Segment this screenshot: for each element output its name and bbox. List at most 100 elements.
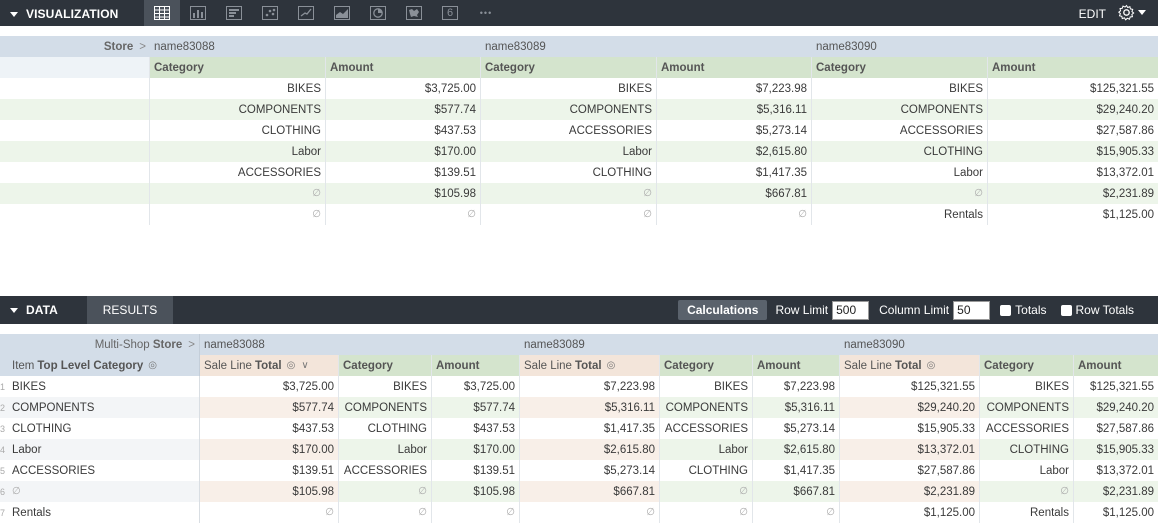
column-header[interactable]: Amount [1074,355,1158,376]
column-header[interactable]: Amount [988,57,1158,78]
column-header[interactable]: Category [980,355,1074,376]
measure-header[interactable]: Sale Line Total ◎ [520,355,660,376]
row-spacer [0,99,150,120]
row-number: 6 [0,486,6,497]
table-cell: $15,905.33 [1074,439,1158,460]
sort-chevron-down-icon[interactable]: ∨ [301,360,308,371]
table-cell: ∅ [150,204,326,225]
calculations-button[interactable]: Calculations [678,300,768,320]
chevron-right-icon: > [139,40,146,53]
table-cell: ∅ [200,502,339,523]
line-chart-icon[interactable] [288,0,324,26]
header-spacer [0,57,150,78]
column-header[interactable]: Category [481,57,657,78]
measure-header[interactable]: Sale Line Total ◎ [840,355,980,376]
row-number: 5 [0,465,6,476]
table-cell: $13,372.01 [988,162,1158,183]
table-cell: $3,725.00 [200,376,339,397]
visualization-toggle[interactable]: VISUALIZATION [10,7,118,21]
pivot-store-header: name83089 [481,36,812,57]
column-header[interactable]: Amount [326,57,481,78]
table-cell: $577.74 [432,397,520,418]
row-spacer [0,162,150,183]
table-cell: $29,240.20 [1074,397,1158,418]
table-cell: $437.53 [326,120,481,141]
table-cell: $125,321.55 [1074,376,1158,397]
hide-eye-icon[interactable]: ◎ [607,360,616,371]
map-icon[interactable] [396,0,432,26]
pivot-header[interactable]: Multi-Shop Store > [0,334,200,355]
scatter-icon[interactable] [252,0,288,26]
table-cell: $105.98 [200,481,339,502]
column-header[interactable]: Category [339,355,432,376]
column-header[interactable]: Category [150,57,326,78]
table-cell: $5,273.14 [520,460,660,481]
dimension-header[interactable]: Item Top Level Category ◎ [0,355,200,376]
table-cell: CLOTHING [660,460,753,481]
measure-label: Total [574,359,602,372]
row-totals-toggle[interactable]: Row Totals [1060,303,1134,317]
row-spacer [0,204,150,225]
bar-chart-icon[interactable] [180,0,216,26]
dimension-prefix: Item [12,359,35,372]
measure-header[interactable]: Sale Line Total ◎ ∨ [200,355,339,376]
row-totals-checkbox[interactable] [1060,304,1072,316]
totals-checkbox[interactable] [1000,304,1012,316]
table-cell: ACCESSORIES [150,162,326,183]
table-cell: ACCESSORIES [812,120,988,141]
column-limit-label: Column Limit [879,303,950,317]
hide-eye-icon[interactable]: ◎ [927,360,936,371]
table-cell: BIKES [812,78,988,99]
table-cell: $2,615.80 [753,439,840,460]
table-cell: $7,223.98 [657,78,812,99]
totals-toggle[interactable]: Totals [1000,303,1047,317]
table-cell: $27,587.86 [988,120,1158,141]
pivot-store-header: name83090 [812,36,1158,57]
dimension-value: Labor [12,443,42,456]
single-value-icon[interactable]: 6 [432,0,468,26]
column-header[interactable]: Category [660,355,753,376]
area-chart-icon[interactable] [324,0,360,26]
column-header[interactable]: Amount [753,355,840,376]
column-list-icon[interactable] [216,0,252,26]
pie-chart-icon[interactable] [360,0,396,26]
table-cell: $13,372.01 [840,439,980,460]
column-header[interactable]: Category [812,57,988,78]
chevron-right-icon: > [188,338,195,351]
more-icon[interactable]: ••• [468,0,504,26]
hide-eye-icon[interactable]: ◎ [148,360,157,371]
row-limit-input[interactable] [832,300,870,320]
table-row-dimension: 1 BIKES [0,376,200,397]
table-cell: BIKES [481,78,657,99]
table-cell: $3,725.00 [326,78,481,99]
table-cell: COMPONENTS [980,397,1074,418]
table-icon[interactable] [144,0,180,26]
table-cell: Labor [812,162,988,183]
table-cell: $577.74 [326,99,481,120]
pivot-header[interactable]: Store > [0,36,150,57]
row-number: 7 [0,507,6,518]
dimension-label: Top Level Category [37,359,144,372]
table-cell: ACCESSORIES [339,460,432,481]
column-limit-input[interactable] [953,300,991,320]
edit-link[interactable]: EDIT [1079,7,1106,21]
table-cell: $2,231.89 [1074,481,1158,502]
table-cell: $2,615.80 [520,439,660,460]
dimension-value: CLOTHING [12,422,72,435]
table-cell: $1,125.00 [1074,502,1158,523]
data-bar: DATA RESULTS Calculations Row Limit Colu… [0,296,1158,324]
pivot-store-header: name83088 [200,334,520,355]
settings-menu[interactable] [1118,4,1146,21]
table-cell: ∅ [657,204,812,225]
tab-results[interactable]: RESULTS [87,296,173,324]
table-cell: ∅ [481,183,657,204]
data-title: DATA [26,303,58,317]
hide-eye-icon[interactable]: ◎ [287,360,296,371]
table-cell: ∅ [753,502,840,523]
table-cell: ∅ [660,481,753,502]
data-toggle[interactable]: DATA [10,303,58,317]
column-header[interactable]: Amount [432,355,520,376]
table-cell: $577.74 [200,397,339,418]
column-header[interactable]: Amount [657,57,812,78]
measure-label: Total [894,359,922,372]
